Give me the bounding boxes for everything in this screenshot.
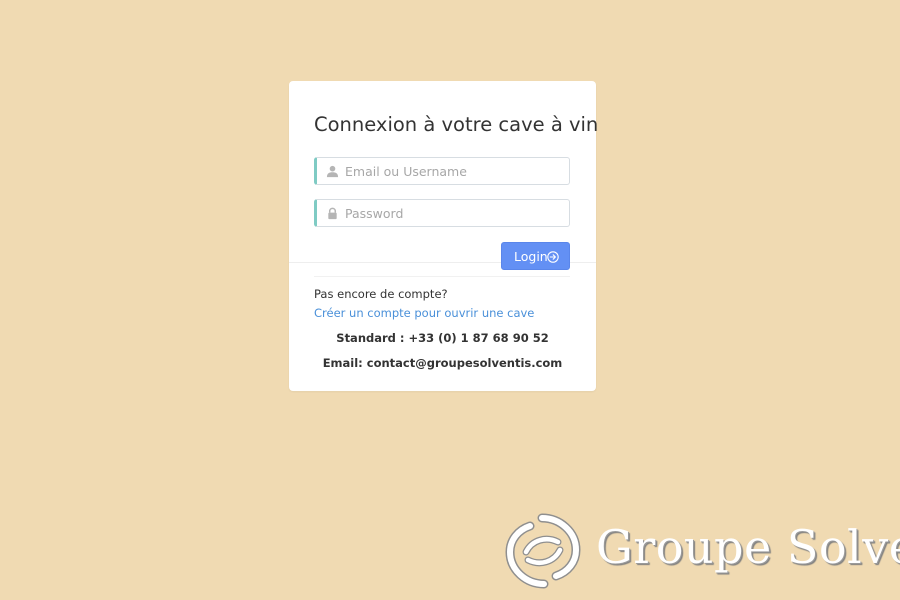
brand-watermark: Groupe Solventis (502, 512, 900, 592)
footer-divider (314, 276, 570, 277)
email-field-wrapper (314, 157, 570, 185)
email-input[interactable] (345, 158, 565, 184)
login-button-label: Login (514, 249, 548, 264)
create-account-link[interactable]: Créer un compte pour ouvrir une cave (314, 306, 534, 320)
no-account-text: Pas encore de compte? (314, 287, 448, 301)
phone-contact: Standard : +33 (0) 1 87 68 90 52 (336, 331, 549, 345)
user-icon (326, 165, 339, 178)
swirl-logo-icon (505, 513, 581, 589)
login-title: Connexion à votre cave à vin (314, 113, 599, 136)
password-input[interactable] (345, 200, 565, 226)
brand-name: Groupe Solventis (596, 520, 900, 574)
password-field-wrapper (314, 199, 570, 227)
login-button[interactable]: Login (501, 242, 570, 270)
email-contact: Email: contact@groupesolventis.com (322, 356, 563, 370)
login-card: Connexion à votre cave à vin Login Pas e… (289, 81, 599, 391)
arrow-circle-right-icon (547, 251, 559, 263)
lock-icon (328, 207, 337, 220)
